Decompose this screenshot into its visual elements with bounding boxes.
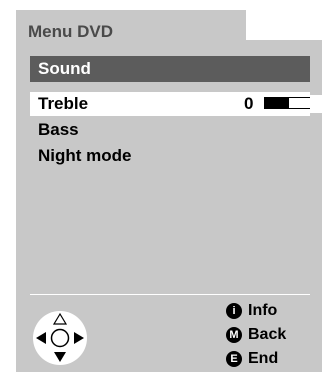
menu-item-label: Treble	[38, 94, 89, 113]
menu-item-label: Night mode	[38, 146, 132, 165]
legend-label: Back	[248, 326, 287, 343]
section-title: Sound	[38, 59, 91, 78]
treble-level-fill	[265, 98, 290, 108]
menu-item-night-mode[interactable]: Night mode	[30, 144, 310, 168]
menu-panel: Sound Treble 0 Bass Night mode i Info M Ba…	[16, 40, 324, 372]
menu-key-icon: M	[226, 327, 242, 343]
treble-value: 0	[244, 94, 254, 113]
legend-end: E End	[226, 350, 278, 372]
info-key-icon: i	[226, 303, 242, 319]
menu-item-treble[interactable]: Treble 0	[30, 92, 324, 116]
legend-label: Info	[248, 302, 278, 319]
menu-item-label: Bass	[38, 120, 79, 139]
divider	[30, 294, 310, 295]
section-header: Sound	[30, 56, 310, 82]
legend-back: M Back	[226, 326, 286, 348]
legend-label: End	[248, 350, 279, 367]
dpad-icon	[33, 311, 87, 365]
menu-title: Menu DVD	[28, 22, 113, 41]
legend-info: i Info	[226, 302, 277, 324]
treble-level-bar[interactable]	[264, 97, 320, 109]
exit-key-icon: E	[226, 351, 242, 367]
menu-item-bass[interactable]: Bass	[30, 118, 310, 142]
